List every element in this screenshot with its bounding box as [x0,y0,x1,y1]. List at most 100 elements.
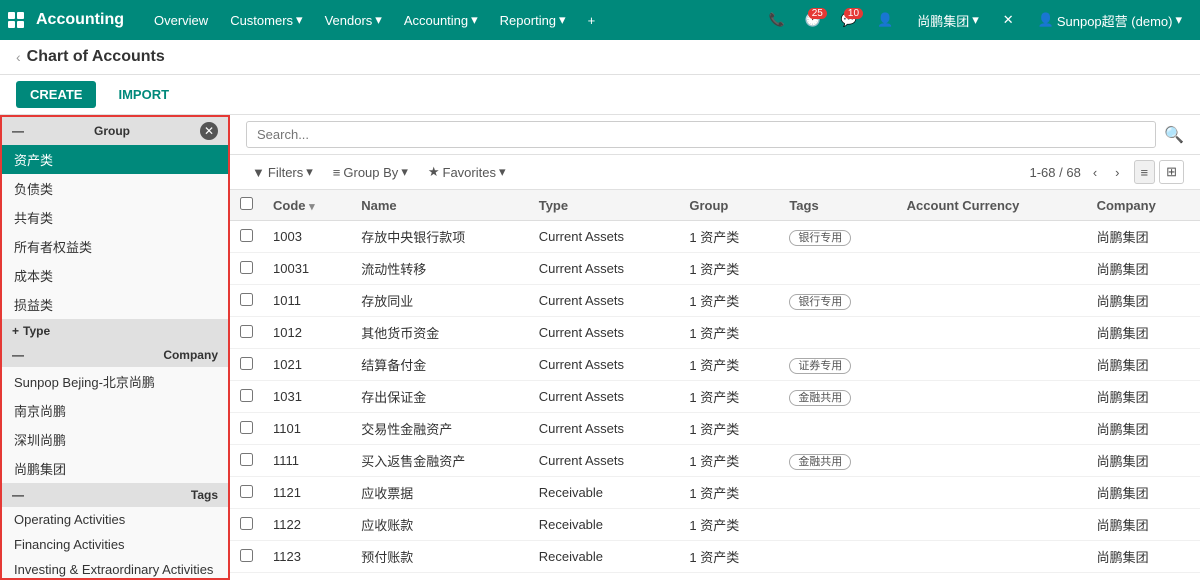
cell-group: 1 资产类 [679,317,779,349]
search-button[interactable]: 🔍 [1164,125,1184,145]
cell-tags: 证券专用 [779,349,896,381]
cell-currency [897,285,1087,317]
sidebar-item-assets[interactable]: 资产类 [2,145,228,174]
row-checkbox-cell[interactable] [230,253,263,285]
cell-name: 应收股利 [351,573,528,581]
cell-company: 尚鹏集团 [1087,541,1200,573]
nav-add[interactable]: + [578,9,606,32]
top-navbar: Accounting Overview Customers ▾ Vendors … [0,0,1200,40]
row-checkbox-cell[interactable] [230,317,263,349]
row-checkbox-cell[interactable] [230,381,263,413]
nav-accounting[interactable]: Accounting ▾ [394,8,488,32]
row-checkbox-cell[interactable] [230,349,263,381]
cell-name: 买入返售金融资产 [351,445,528,477]
favorites-button[interactable]: ★ Favorites ▾ [422,161,512,183]
breadcrumb-back-icon[interactable]: ‹ [16,49,21,65]
tags-section-header[interactable]: — Tags [2,483,228,507]
sidebar-item-equity[interactable]: 所有者权益类 [2,232,228,261]
row-checkbox[interactable] [240,389,253,402]
cell-currency [897,541,1087,573]
prev-page-button[interactable]: ‹ [1087,162,1103,183]
groupby-button[interactable]: ≡ Group By ▾ [327,161,414,183]
nav-vendors[interactable]: Vendors ▾ [315,8,392,32]
row-checkbox[interactable] [240,421,253,434]
sidebar-item-shenzhen[interactable]: 深圳尚鹏 [2,425,228,454]
cell-type: Current Assets [529,381,680,413]
type-section-header[interactable]: + Type [2,319,228,343]
sidebar-item-shared[interactable]: 共有类 [2,203,228,232]
row-checkbox[interactable] [240,485,253,498]
row-checkbox[interactable] [240,357,253,370]
sidebar-item-beijing[interactable]: Sunpop Bejing-北京尚鹏 [2,367,228,396]
cell-company: 尚鹏集团 [1087,317,1200,349]
import-button[interactable]: IMPORT [104,81,183,108]
row-checkbox[interactable] [240,229,253,242]
search-input[interactable] [246,121,1156,148]
row-checkbox-cell[interactable] [230,413,263,445]
table-row: 1121 应收票据 Receivable 1 资产类 尚鹏集团 [230,477,1200,509]
cell-group: 1 资产类 [679,509,779,541]
sidebar-item-operating[interactable]: Operating Activities [2,507,228,532]
breadcrumb-bar: ‹ Chart of Accounts [0,40,1200,75]
close-btn[interactable]: ✕ [997,8,1020,32]
row-checkbox-cell[interactable] [230,445,263,477]
nav-reporting[interactable]: Reporting ▾ [490,8,576,32]
app-grid-icon[interactable] [8,12,24,28]
tags-header-dash: — [12,488,24,502]
sidebar-item-investing[interactable]: Investing & Extraordinary Activities [2,557,228,580]
row-checkbox-cell[interactable] [230,285,263,317]
cell-group: 1 资产类 [679,349,779,381]
cell-name: 应收账款 [351,509,528,541]
cell-code: 1011 [263,285,351,317]
row-checkbox[interactable] [240,453,253,466]
grid-view-button[interactable]: ⊞ [1159,160,1184,184]
cell-tags: 金融共用 [779,381,896,413]
row-checkbox[interactable] [240,293,253,306]
col-group: Group [679,190,779,221]
chat-btn[interactable]: 💬 10 [835,8,863,32]
select-all-checkbox[interactable] [240,197,253,210]
sidebar-item-nanjing[interactable]: 南京尚鹏 [2,396,228,425]
create-button[interactable]: CREATE [16,81,96,108]
main-content: 🔍 ▼ Filters ▾ ≡ Group By ▾ ★ Favorites ▾… [230,115,1200,580]
nav-overview[interactable]: Overview [144,9,218,32]
row-checkbox[interactable] [240,325,253,338]
cell-group: 1 资产类 [679,413,779,445]
sidebar-item-financing[interactable]: Financing Activities [2,532,228,557]
clock-btn[interactable]: 🕐 25 [799,8,827,32]
cell-company: 尚鹏集团 [1087,221,1200,253]
select-all-header[interactable] [230,190,263,221]
cell-group: 1 资产类 [679,381,779,413]
cell-type: Current Assets [529,285,680,317]
user-menu[interactable]: 👤 Sunpop超营 (demo) ▾ [1028,7,1192,34]
row-checkbox-cell[interactable] [230,573,263,581]
row-checkbox-cell[interactable] [230,221,263,253]
code-sort-icon[interactable]: ▾ [309,201,315,213]
groupby-chevron: ▾ [401,164,408,180]
cell-tags: 银行专用 [779,221,896,253]
next-page-button[interactable]: › [1109,162,1125,183]
row-checkbox-cell[interactable] [230,477,263,509]
sidebar-item-liabilities[interactable]: 负债类 [2,174,228,203]
list-view-button[interactable]: ≡ [1134,160,1156,184]
row-checkbox-cell[interactable] [230,509,263,541]
dropdown-chevron: ▾ [375,12,382,28]
sidebar-item-pnl[interactable]: 损益类 [2,290,228,319]
phone-btn[interactable]: 📞 [762,8,790,32]
contacts-btn[interactable]: 👤 [871,8,899,32]
sidebar-item-group[interactable]: 尚鹏集团 [2,454,228,483]
row-checkbox[interactable] [240,549,253,562]
star-icon: ★ [428,164,440,180]
row-checkbox[interactable] [240,517,253,530]
row-checkbox[interactable] [240,261,253,274]
group-close-button[interactable]: ✕ [200,122,218,140]
company-section-header[interactable]: — Company [2,343,228,367]
group-section-header[interactable]: — Group ✕ [2,117,228,145]
sidebar-item-cost[interactable]: 成本类 [2,261,228,290]
nav-customers[interactable]: Customers ▾ [220,8,312,32]
cell-type: Current Assets [529,317,680,349]
row-checkbox-cell[interactable] [230,541,263,573]
filters-button[interactable]: ▼ Filters ▾ [246,161,319,183]
company-selector[interactable]: 尚鹏集团 ▾ [907,7,989,34]
table-row: 1111 买入返售金融资产 Current Assets 1 资产类 金融共用 … [230,445,1200,477]
